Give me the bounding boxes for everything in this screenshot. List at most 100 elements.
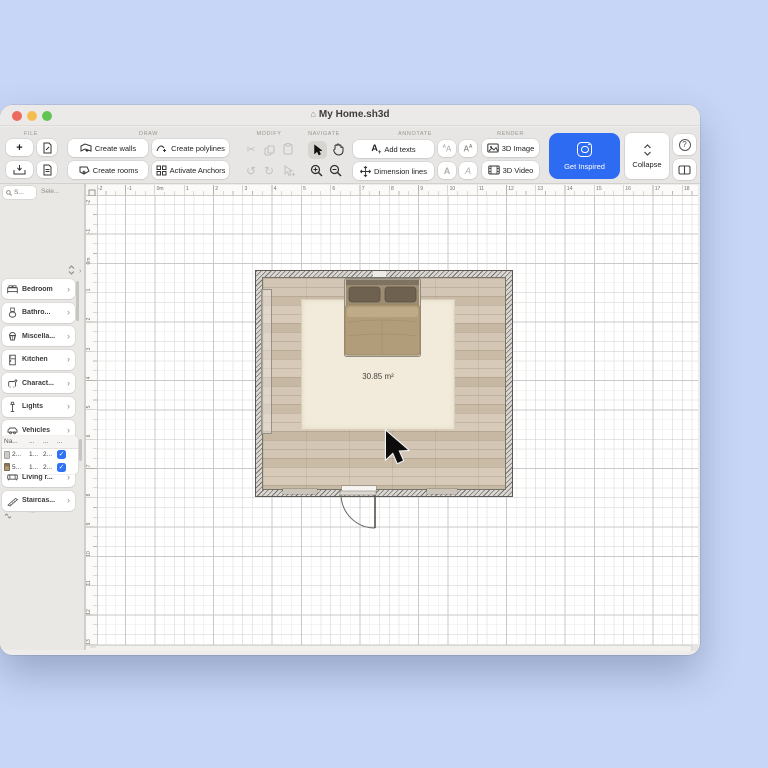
create-polylines-button[interactable]: Create polylines — [152, 139, 229, 157]
visible-checkbox[interactable]: ✓ — [57, 463, 66, 472]
export-button[interactable] — [37, 161, 57, 178]
catalog-filter-dropdown[interactable]: Sele... — [41, 188, 59, 195]
plan-grid[interactable]: 30.85 m² — [98, 196, 698, 645]
cut-icon[interactable]: ✂ — [244, 142, 258, 156]
search-input[interactable] — [14, 189, 32, 196]
wardrobe-furniture[interactable] — [261, 289, 272, 434]
sidebar-item-miscellaneous[interactable]: Miscella...› — [2, 326, 75, 346]
add-texts-button[interactable]: A+ Add texts — [353, 140, 434, 158]
visible-checkbox[interactable]: ✓ — [57, 450, 66, 459]
sidebar-collapse-chevron[interactable]: › — [79, 268, 81, 275]
ruler-label: 2 — [86, 312, 92, 326]
furniture-list: Na... ... ... ... 2... 1... 2... ✓ 5... … — [2, 436, 78, 474]
question-mark-icon: ? — [679, 139, 691, 151]
film-icon — [488, 165, 500, 175]
zoom-in-button[interactable] — [308, 163, 324, 178]
select-tool-button[interactable] — [308, 141, 327, 159]
ruler-label: 6 — [86, 429, 92, 443]
column-header[interactable]: ... — [57, 438, 70, 445]
get-inspired-label: Get Inspired — [564, 162, 605, 171]
catalog-scrollbar[interactable] — [76, 281, 79, 321]
text-smaller-icon: AA — [443, 144, 452, 154]
chevron-right-icon: › — [67, 426, 70, 435]
add-text-icon: A+ — [371, 143, 381, 156]
chevron-right-icon: › — [67, 285, 70, 294]
furniture-list-header[interactable]: Na... ... ... ... — [2, 436, 78, 449]
zoom-out-button[interactable] — [327, 163, 343, 178]
ruler-label: 14 — [566, 186, 574, 192]
move-point-icon[interactable] — [282, 164, 296, 178]
ruler-label: -1 — [86, 224, 92, 238]
render-3d-video-button[interactable]: 3D Video — [482, 161, 539, 179]
app-window: ⌂My Home.sh3d FILE DRAW MODIFY NAVIGATE … — [0, 105, 700, 655]
furniture-list-scrollbar[interactable] — [79, 439, 82, 461]
section-label-draw: DRAW — [68, 131, 229, 137]
scrollbar-corner — [691, 645, 698, 651]
render-3d-image-label: 3D Image — [502, 144, 535, 153]
collapse-toolbar-button[interactable]: Collapse — [625, 133, 669, 179]
undo-icon[interactable]: ↺ — [244, 164, 258, 178]
create-walls-button[interactable]: Create walls — [68, 139, 148, 157]
wall-joint — [373, 271, 386, 277]
increase-text-size-button[interactable]: AA — [459, 140, 477, 157]
guide-button[interactable] — [673, 159, 696, 180]
text-bigger-icon: AA — [464, 144, 473, 154]
stairs-icon — [6, 495, 19, 507]
bold-icon: A — [444, 166, 451, 176]
decrease-text-size-button[interactable]: AA — [438, 140, 456, 157]
sidebar-item-characters[interactable]: Charact...› — [2, 373, 75, 393]
furniture-row-bed[interactable]: 5... 1... 2... ✓ — [2, 461, 78, 474]
ruler-label: 1 — [185, 186, 190, 192]
mouse-cursor — [382, 429, 410, 467]
catalog-search[interactable] — [3, 186, 36, 199]
splitter-arrows-icon[interactable] — [4, 513, 12, 519]
paste-icon[interactable] — [281, 142, 295, 156]
splitter-handle[interactable]: ⋯ — [30, 511, 35, 516]
new-home-button[interactable]: + — [6, 139, 33, 156]
toolbar: FILE DRAW MODIFY NAVIGATE ANNOTATE RENDE… — [0, 127, 700, 184]
ruler-label: 2 — [214, 186, 219, 192]
save-as-button[interactable] — [37, 139, 57, 156]
door-swing[interactable] — [335, 485, 420, 545]
italic-text-button[interactable]: A — [459, 162, 477, 179]
sidebar-item-bedroom[interactable]: Bedroom› — [2, 279, 75, 299]
sidebar-item-lights[interactable]: Lights› — [2, 397, 75, 417]
get-inspired-button[interactable]: Get Inspired — [549, 133, 620, 179]
activate-anchors-button[interactable]: Activate Anchors — [152, 161, 229, 179]
ruler-label: 12 — [507, 186, 515, 192]
sort-chevrons-icon[interactable] — [68, 265, 75, 275]
sidebar-item-staircases[interactable]: Staircas...› — [2, 491, 75, 511]
ruler-label: 1 — [86, 283, 92, 297]
ruler-label: 5 — [302, 186, 307, 192]
sidebar-item-kitchen[interactable]: Kitchen› — [2, 350, 75, 370]
ruler-label: 5 — [86, 400, 92, 414]
pan-tool-button[interactable] — [330, 141, 345, 158]
column-header-name[interactable]: Na... — [4, 438, 28, 445]
bold-text-button[interactable]: A — [438, 162, 456, 179]
dimension-lines-button[interactable]: Dimension lines — [353, 162, 434, 180]
bed-furniture[interactable] — [344, 278, 421, 357]
ruler-label: 6 — [331, 186, 336, 192]
furniture-row-wardrobe[interactable]: 2... 1... 2... ✓ — [2, 449, 78, 462]
chevron-right-icon: › — [67, 332, 70, 341]
create-rooms-button[interactable]: Create rooms — [68, 161, 148, 179]
horizontal-scrollbar[interactable]: ⋯ — [86, 645, 698, 651]
column-header[interactable]: ... — [29, 438, 42, 445]
ruler-label: 16 — [624, 186, 632, 192]
section-label-render: RENDER — [482, 131, 539, 137]
ruler-label: 4 — [86, 371, 92, 385]
ruler-label: 10 — [449, 186, 457, 192]
sidebar-item-bathroom[interactable]: Bathro...› — [2, 303, 75, 323]
render-3d-image-button[interactable]: 3D Image — [482, 139, 539, 157]
open-home-button[interactable] — [6, 161, 33, 178]
catalog-sidebar: Sele... › Bedroom› Bathro...› Miscella..… — [0, 184, 84, 650]
column-header[interactable]: ... — [43, 438, 56, 445]
ruler-top: -2-10m123456789101112131415161718 — [98, 185, 698, 196]
copy-icon[interactable] — [262, 143, 276, 157]
section-label-file: FILE — [6, 131, 56, 137]
ruler-label: -2 — [98, 186, 103, 192]
ruler-label: 3 — [244, 186, 249, 192]
redo-icon[interactable]: ↻ — [262, 164, 276, 178]
ruler-label: 8 — [86, 488, 92, 502]
help-button[interactable]: ? — [673, 134, 696, 155]
